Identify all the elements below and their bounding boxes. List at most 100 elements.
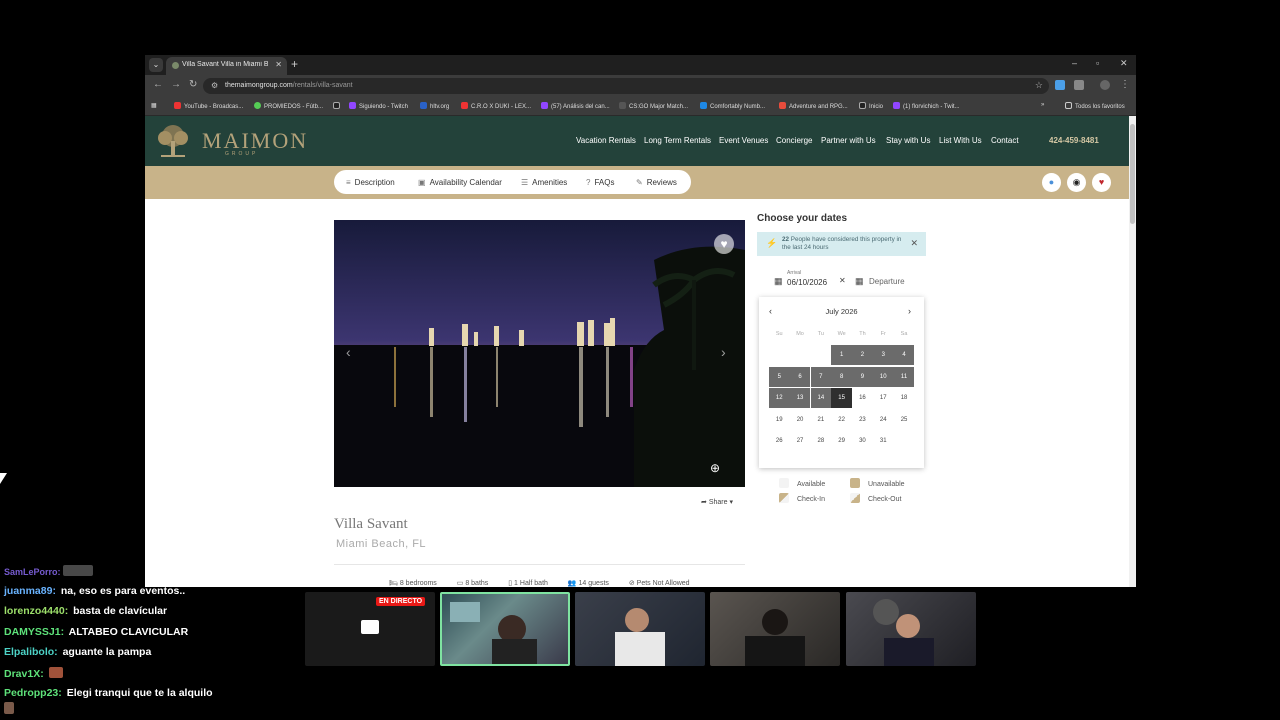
- calendar-day[interactable]: 7: [810, 366, 832, 387]
- bookmark-item[interactable]: Comfortably Numb...: [700, 102, 765, 110]
- address-bar[interactable]: ⚙ themaimongroup.com/rentals/villa-savan…: [203, 78, 1049, 94]
- tab-faqs[interactable]: ? FAQs: [586, 178, 614, 187]
- nav-contact[interactable]: Contact: [991, 136, 1019, 145]
- calendar-day[interactable]: 12: [769, 388, 790, 408]
- new-tab-icon[interactable]: +: [291, 57, 298, 71]
- calendar-day[interactable]: 16: [852, 388, 873, 408]
- calendar-day[interactable]: 3: [873, 345, 894, 365]
- calendar-day[interactable]: 18: [894, 388, 915, 408]
- calendar-day[interactable]: 9: [852, 366, 873, 387]
- site-info-icon[interactable]: ⚙: [211, 81, 218, 90]
- calendar-day[interactable]: 30: [852, 431, 873, 451]
- calendar-day[interactable]: 31: [873, 431, 894, 451]
- reload-icon[interactable]: ↻: [189, 79, 197, 90]
- calendar-day[interactable]: 1: [831, 345, 852, 365]
- calendar-day-hovered[interactable]: 15: [831, 388, 852, 408]
- close-notice-icon[interactable]: ✕: [910, 238, 918, 249]
- nav-stay-with-us[interactable]: Stay with Us: [886, 136, 930, 145]
- minimize-icon[interactable]: –: [1072, 58, 1077, 68]
- calendar-day[interactable]: 22: [831, 410, 852, 430]
- browser-tab[interactable]: Villa Savant Villa in Miami Beach ✕: [166, 57, 287, 75]
- heart-icon[interactable]: ♥: [1092, 173, 1111, 192]
- close-window-icon[interactable]: ✕: [1120, 58, 1128, 69]
- stream-thumbnail[interactable]: [710, 592, 840, 666]
- nav-partner[interactable]: Partner with Us: [821, 136, 876, 145]
- favorite-heart-icon[interactable]: ♥: [714, 234, 734, 254]
- bookmark-item[interactable]: (1) florvichich - Twit...: [893, 102, 960, 110]
- share-button[interactable]: ➦ Share ▾: [701, 498, 733, 506]
- stream-thumbnail[interactable]: [846, 592, 976, 666]
- calendar-day[interactable]: 28: [811, 431, 832, 451]
- bookmark-star-icon[interactable]: ☆: [1035, 80, 1043, 91]
- calendar-day[interactable]: 27: [790, 431, 811, 451]
- extension-icon[interactable]: [1055, 80, 1065, 90]
- calendar-day[interactable]: 13: [789, 388, 811, 408]
- zoom-icon[interactable]: ⊕: [710, 461, 720, 475]
- menu-kebab-icon[interactable]: ⋮: [1120, 79, 1130, 90]
- stream-thumbnail[interactable]: [575, 592, 705, 666]
- bookmark-item[interactable]: CS:GO Major Match...: [619, 102, 688, 110]
- map-pin-icon[interactable]: ●: [1042, 173, 1061, 192]
- restore-icon[interactable]: ▫: [1096, 58, 1099, 68]
- unavailable-swatch: [850, 478, 860, 488]
- tab-availability[interactable]: ▣ Availability Calendar: [418, 178, 502, 187]
- tab-search-icon[interactable]: ⌄: [149, 58, 163, 72]
- calendar-day[interactable]: 19: [769, 410, 790, 430]
- next-photo-icon[interactable]: ›: [721, 344, 726, 360]
- calendar-day[interactable]: 4: [893, 345, 915, 365]
- scroll-thumb[interactable]: [1130, 124, 1135, 224]
- nav-event-venues[interactable]: Event Venues: [719, 136, 768, 145]
- calendar-day[interactable]: 24: [873, 410, 894, 430]
- bookmark-item[interactable]: YouTube - Broadcas...: [174, 102, 243, 110]
- arrival-date-field[interactable]: 06/10/2026: [787, 278, 827, 287]
- apps-grid-icon[interactable]: ▦: [151, 102, 157, 109]
- departure-date-field[interactable]: Departure: [869, 277, 905, 286]
- stream-thumbnail-active[interactable]: [440, 592, 570, 666]
- property-photo[interactable]: ♥ ‹ › ⊕: [334, 220, 745, 487]
- calendar-day[interactable]: 26: [769, 431, 790, 451]
- close-tab-icon[interactable]: ✕: [275, 60, 282, 69]
- bookmark-item[interactable]: Siguiendo - Twitch: [349, 102, 408, 110]
- bookmark-item[interactable]: hltv.org: [420, 102, 449, 110]
- calendar-day[interactable]: 23: [852, 410, 873, 430]
- stream-thumbnail[interactable]: EN DIRECTO: [305, 592, 435, 666]
- phone-number[interactable]: 424-459-8481: [1049, 136, 1099, 145]
- calendar-day[interactable]: 6: [789, 366, 811, 387]
- eye-icon[interactable]: ◉: [1067, 173, 1086, 192]
- profile-avatar-icon[interactable]: [1100, 80, 1110, 90]
- all-bookmarks-folder[interactable]: Todos los favoritos: [1065, 102, 1125, 110]
- nav-long-term-rentals[interactable]: Long Term Rentals: [644, 136, 711, 145]
- calendar-day[interactable]: 2: [852, 345, 873, 365]
- chevron-right-icon[interactable]: ›: [908, 306, 911, 316]
- bookmark-item[interactable]: Inicio: [859, 102, 883, 110]
- back-icon[interactable]: ←: [153, 79, 163, 90]
- interest-notice: ⚡ 22 People have considered this propert…: [757, 232, 926, 256]
- bookmark-item[interactable]: PROMIEDOS - Fútb...: [254, 102, 323, 110]
- clear-arrival-icon[interactable]: ✕: [839, 276, 846, 285]
- bookmarks-overflow-icon[interactable]: »: [1041, 102, 1044, 108]
- nav-vacation-rentals[interactable]: Vacation Rentals: [576, 136, 636, 145]
- tab-description[interactable]: ≡ Description: [346, 178, 395, 187]
- calendar-day[interactable]: 20: [790, 410, 811, 430]
- nav-concierge[interactable]: Concierge: [776, 136, 812, 145]
- bookmark-item[interactable]: [333, 102, 343, 110]
- page-scrollbar[interactable]: [1129, 116, 1136, 587]
- tab-reviews[interactable]: ✎ Reviews: [636, 178, 677, 187]
- forward-icon[interactable]: →: [171, 79, 181, 90]
- calendar-day[interactable]: 11: [893, 366, 915, 387]
- bookmark-item[interactable]: Adventure and RPG...: [779, 102, 848, 110]
- calendar-day[interactable]: 21: [811, 410, 832, 430]
- calendar-day[interactable]: 5: [769, 366, 790, 387]
- prev-photo-icon[interactable]: ‹: [346, 344, 351, 360]
- nav-list-with-us[interactable]: List With Us: [939, 136, 982, 145]
- calendar-day[interactable]: 14: [810, 388, 832, 408]
- tab-amenities[interactable]: ☰ Amenities: [521, 178, 567, 187]
- extensions-puzzle-icon[interactable]: [1074, 80, 1084, 90]
- calendar-day[interactable]: 29: [831, 431, 852, 451]
- calendar-day[interactable]: 8: [831, 366, 852, 387]
- calendar-day[interactable]: 25: [894, 410, 915, 430]
- calendar-day[interactable]: 10: [873, 366, 894, 387]
- bookmark-item[interactable]: (57) Análisis del can...: [541, 102, 610, 110]
- calendar-day[interactable]: 17: [873, 388, 894, 408]
- bookmark-item[interactable]: C.R.O X DUKI - LEX...: [461, 102, 531, 110]
